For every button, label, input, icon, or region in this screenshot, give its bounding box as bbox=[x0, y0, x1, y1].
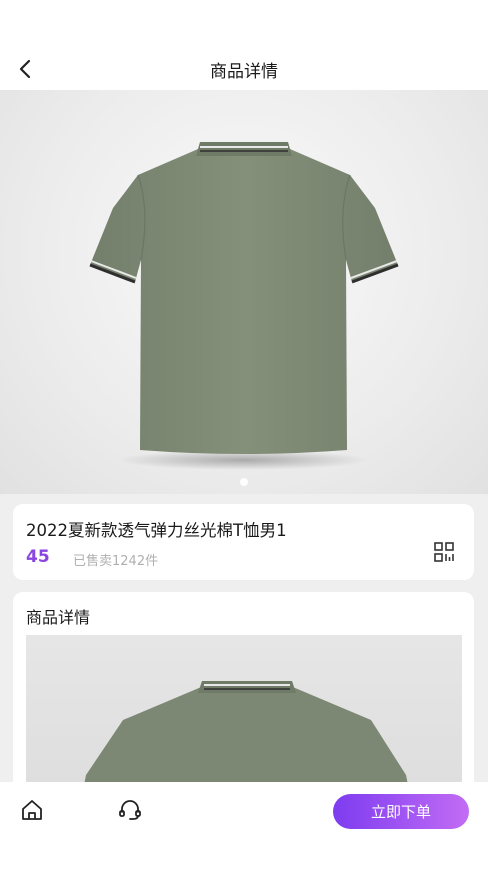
product-image-carousel[interactable] bbox=[0, 90, 488, 494]
top-bar: 商品详情 bbox=[0, 0, 488, 90]
product-info-card: 2022夏新款透气弹力丝光棉T恤男1 45 已售卖1242件 bbox=[13, 504, 474, 580]
customer-service-button[interactable] bbox=[117, 798, 143, 822]
home-button[interactable] bbox=[20, 798, 44, 822]
sold-count: 已售卖1242件 bbox=[73, 554, 159, 569]
product-name: 2022夏新款透气弹力丝光棉T恤男1 bbox=[26, 521, 287, 540]
product-price: 45 bbox=[26, 547, 50, 567]
detail-section-title: 商品详情 bbox=[26, 608, 91, 627]
polo-shirt-image bbox=[89, 142, 399, 470]
qrcode-icon bbox=[434, 542, 454, 562]
bottom-bar: 立即下单 bbox=[0, 782, 488, 874]
headset-icon bbox=[119, 800, 141, 820]
home-icon bbox=[22, 800, 42, 820]
qrcode-button[interactable] bbox=[432, 540, 456, 564]
carousel-indicator[interactable] bbox=[240, 478, 248, 486]
page-title: 商品详情 bbox=[210, 62, 278, 82]
buy-now-button[interactable]: 立即下单 bbox=[333, 794, 469, 829]
